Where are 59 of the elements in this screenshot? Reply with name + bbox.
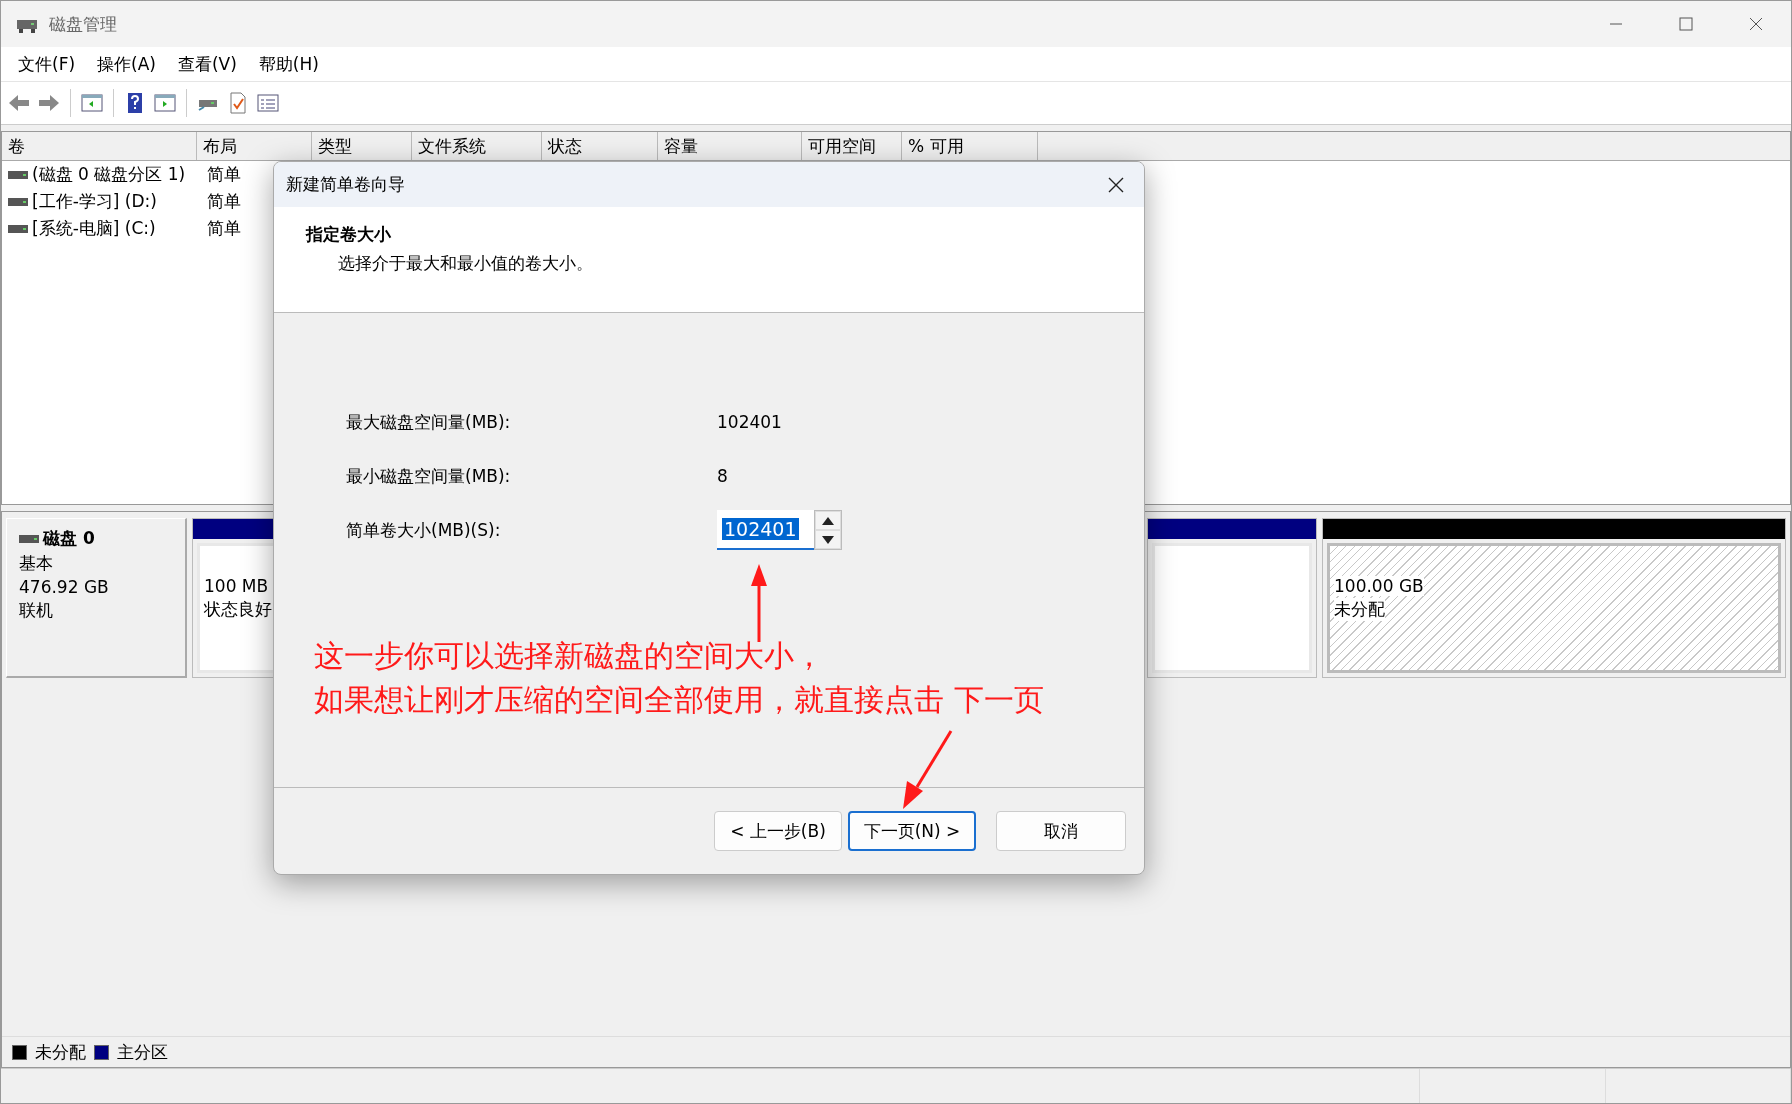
partition-size: 100 MB	[204, 576, 269, 596]
list-icon[interactable]	[256, 91, 280, 115]
drive-icon	[8, 170, 28, 179]
field-label: 最小磁盘空间量(MB):	[346, 464, 512, 488]
column-header[interactable]: % 可用	[902, 132, 1038, 160]
volume-name[interactable]: [系统-电脑] (C:)	[32, 217, 156, 240]
field-value: 8	[717, 466, 728, 486]
partition-status: 状态良好	[204, 598, 272, 621]
up-triangle-icon	[822, 516, 834, 525]
close-icon	[1108, 176, 1124, 193]
wizard-button[interactable]: < 上一步(B)	[714, 811, 842, 851]
annotation-text: 这一步你可以选择新磁盘的空间大小，	[314, 638, 825, 674]
step-heading: 指定卷大小	[306, 223, 392, 246]
annotation-text: 如果想让刚才压缩的空间全部使用，就直接点击 下一页	[314, 682, 1044, 718]
close-icon	[1749, 17, 1763, 31]
volume-name[interactable]: [工作-学习] (D:)	[32, 190, 157, 213]
menu-item[interactable]: 操作(A)	[88, 48, 165, 80]
drive-icon	[8, 224, 28, 233]
column-header[interactable]: 文件系统	[412, 132, 542, 160]
wizard-button[interactable]: 下一页(N) >	[848, 811, 976, 851]
partition-size: 100.00 GB	[1334, 576, 1424, 596]
panel-icon[interactable]	[153, 91, 177, 115]
menu-item[interactable]: 帮助(H)	[249, 48, 328, 80]
field-label: 最大磁盘空间量(MB):	[346, 410, 512, 434]
volume-size-field[interactable]: 102401	[717, 510, 814, 550]
layout-text: 简单	[207, 217, 241, 240]
layout-text: 简单	[207, 190, 241, 213]
column-header[interactable]: 类型	[312, 132, 412, 160]
layout-text: 简单	[207, 163, 241, 186]
partition-block[interactable]	[1147, 518, 1317, 678]
spin-down-button[interactable]	[815, 530, 841, 549]
disk-size: 476.92 GB	[19, 577, 110, 597]
column-header[interactable]: 卷	[2, 132, 197, 160]
wizard-button[interactable]: 取消	[996, 811, 1126, 851]
disk-name: 磁盘 0	[43, 527, 95, 550]
column-header[interactable]: 容量	[658, 132, 802, 160]
step-description: 选择介于最大和最小值的卷大小。	[337, 252, 594, 275]
drive-icon	[19, 534, 39, 543]
panel-icon[interactable]	[80, 91, 104, 115]
partition-block[interactable]: 100.00 GB 未分配	[1322, 518, 1786, 678]
dialog-title: 新建简单卷向导	[286, 173, 405, 196]
volume-name[interactable]: (磁盘 0 磁盘分区 1)	[32, 163, 186, 186]
drive-icon	[8, 197, 28, 206]
column-header[interactable]: 布局	[197, 132, 312, 160]
legend-label: 主分区	[117, 1040, 168, 1064]
disk-type: 基本	[19, 552, 54, 575]
partition-status: 未分配	[1334, 598, 1385, 621]
menu-item[interactable]: 查看(V)	[168, 48, 246, 80]
menu-item[interactable]: 文件(F)	[9, 48, 85, 80]
legend-label: 未分配	[35, 1040, 86, 1064]
down-triangle-icon	[822, 535, 834, 544]
maximize-icon	[1679, 17, 1693, 31]
window-title: 磁盘管理	[49, 12, 117, 36]
spin-up-button[interactable]	[815, 511, 841, 530]
field-value: 102401	[717, 412, 782, 432]
disk-status: 联机	[19, 599, 54, 622]
field-label: 简单卷大小(MB)(S):	[346, 518, 502, 542]
column-header[interactable]: 状态	[542, 132, 658, 160]
column-header[interactable]: 可用空间	[802, 132, 902, 160]
